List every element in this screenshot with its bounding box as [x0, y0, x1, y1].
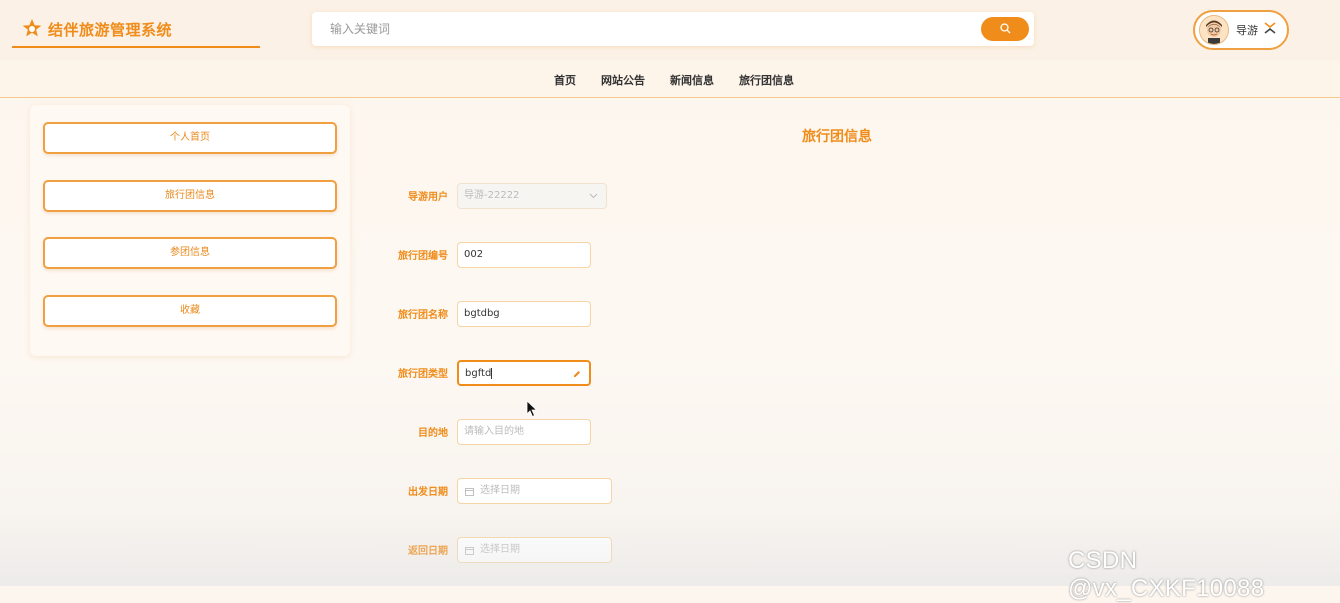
- pencil-icon: [574, 371, 580, 377]
- text-caret: [491, 367, 493, 379]
- watermark: CSDN @vx_CXKF10088: [1068, 547, 1265, 602]
- top-nav: 首页 网站公告 新闻信息 旅行团信息: [0, 60, 1340, 98]
- group-no-input[interactable]: 002: [457, 242, 591, 268]
- search-icon: [1000, 23, 1011, 34]
- group-type-input[interactable]: bgftd: [457, 360, 591, 386]
- guide-user-label: 导游用户: [408, 192, 448, 203]
- group-no-value: 002: [464, 249, 484, 260]
- logout-icon[interactable]: [1263, 21, 1277, 35]
- user-avatar-icon: [1200, 16, 1228, 44]
- guide-user-value: 导游-22222: [464, 190, 520, 201]
- page-title: 旅行团信息: [802, 129, 872, 145]
- user-name: 导游: [1236, 24, 1258, 37]
- destination-placeholder: 请输入目的地: [464, 426, 524, 437]
- search-input[interactable]: 输入关键词: [330, 20, 390, 37]
- group-type-value: bgftd: [465, 368, 492, 379]
- search-button[interactable]: [981, 17, 1029, 41]
- nav-item-news[interactable]: 新闻信息: [670, 72, 714, 88]
- header: 结伴旅游管理系统 输入关键词 导游: [0, 0, 1340, 60]
- app-title: 结伴旅游管理系统: [48, 21, 173, 39]
- calendar-icon: [465, 547, 474, 555]
- user-menu[interactable]: 导游: [1193, 10, 1289, 50]
- chevron-down-icon: [589, 193, 598, 199]
- nav-item-home[interactable]: 首页: [554, 72, 576, 88]
- sidebar-item-profile[interactable]: 个人首页: [43, 122, 337, 154]
- group-name-label: 旅行团名称: [398, 310, 448, 321]
- destination-input[interactable]: 请输入目的地: [457, 419, 591, 445]
- depart-date-label: 出发日期: [408, 487, 448, 498]
- depart-date-placeholder: 选择日期: [480, 485, 520, 496]
- group-name-input[interactable]: bgtdbg: [457, 301, 591, 327]
- mouse-cursor-icon: [526, 400, 538, 418]
- star-logo-icon: [22, 19, 42, 37]
- return-date-label: 返回日期: [408, 546, 448, 557]
- return-date-picker[interactable]: 选择日期: [457, 537, 612, 563]
- nav-item-tour-groups[interactable]: 旅行团信息: [739, 72, 794, 88]
- depart-date-picker[interactable]: 选择日期: [457, 478, 612, 504]
- calendar-icon: [465, 488, 474, 496]
- group-type-label: 旅行团类型: [398, 369, 448, 380]
- group-name-value: bgtdbg: [464, 308, 500, 319]
- search-bar: 输入关键词: [312, 12, 1034, 46]
- app-logo[interactable]: 结伴旅游管理系统: [12, 14, 260, 48]
- return-date-placeholder: 选择日期: [480, 544, 520, 555]
- group-no-label: 旅行团编号: [398, 251, 448, 262]
- guide-user-select[interactable]: 导游-22222: [457, 183, 607, 209]
- destination-label: 目的地: [418, 428, 448, 439]
- nav-item-announcements[interactable]: 网站公告: [601, 72, 645, 88]
- avatar[interactable]: [1199, 15, 1229, 45]
